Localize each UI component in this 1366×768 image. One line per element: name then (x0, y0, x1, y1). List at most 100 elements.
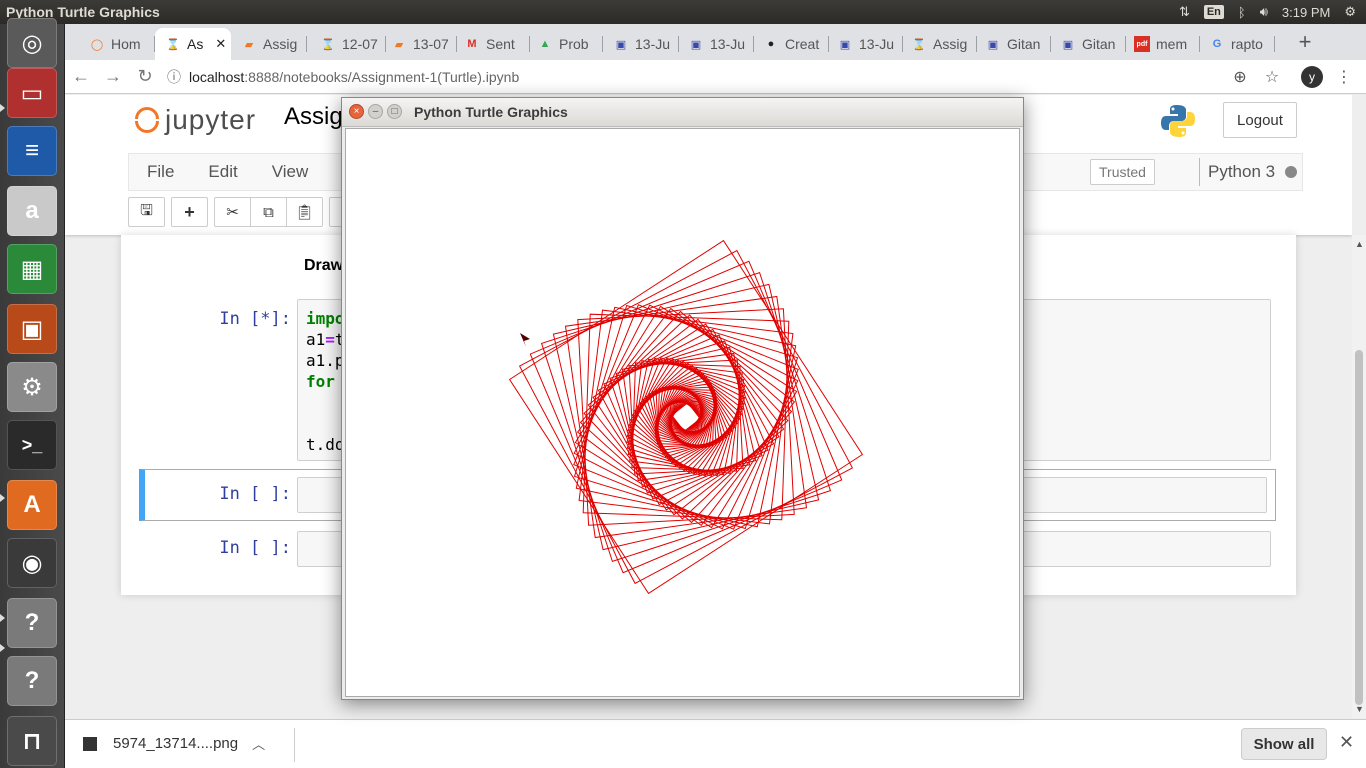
notebook-name[interactable]: Assig (284, 103, 343, 131)
spiral-square (518, 249, 854, 585)
launcher-software-icon[interactable]: A (7, 480, 57, 530)
turtle-cursor-icon (520, 333, 530, 347)
page-scrollbar[interactable]: ▲ ▼ (1352, 235, 1366, 718)
scrollbar-thumb[interactable] (1355, 350, 1363, 705)
markdown-cell-text: Draw (304, 257, 344, 274)
launcher-unknown-2-icon[interactable]: ? (7, 656, 57, 706)
browser-tab[interactable]: ◯ Hom (79, 28, 155, 60)
spiral-square (627, 358, 745, 476)
tab-favicon-icon: ⌛ (912, 38, 926, 51)
volume-icon[interactable]: 🔊︎ (1260, 4, 1268, 20)
window-maximize-icon[interactable]: □ (387, 104, 402, 119)
zoom-icon[interactable]: ⊕ (1226, 63, 1254, 91)
browser-tab[interactable]: ⌛ Assig (901, 28, 977, 60)
launcher-unknown-1-icon[interactable]: ? (7, 598, 57, 648)
divider (294, 728, 295, 762)
tab-favicon-icon: ▰ (244, 38, 254, 51)
tab-close-icon[interactable]: ✕ (215, 36, 226, 52)
url-host: localhost (189, 68, 245, 85)
new-tab-button[interactable]: + (1291, 28, 1319, 56)
browser-tab[interactable]: ● Creat (753, 28, 829, 60)
launcher-trash-icon[interactable]: ⊓ (7, 716, 57, 766)
chevron-up-icon[interactable]: ︿ (252, 734, 265, 753)
show-all-button[interactable]: Show all (1241, 728, 1327, 760)
browser-tab[interactable]: ▰ 13-07 (381, 28, 457, 60)
menu-view[interactable]: View (254, 162, 325, 182)
tab-favicon-icon: ▣ (615, 38, 627, 51)
browser-menu-icon[interactable]: ⋮ (1330, 63, 1358, 91)
paste-icon[interactable]: 📋︎ (286, 197, 323, 227)
turtle-canvas[interactable] (345, 128, 1020, 697)
browser-tab[interactable]: M Sent (454, 28, 530, 60)
scroll-up-icon[interactable]: ▲ (1355, 239, 1364, 249)
browser-tab[interactable]: ▲ Prob (527, 28, 603, 60)
turtle-graphics-window[interactable]: × – □ Python Turtle Graphics (341, 97, 1024, 700)
window-minimize-icon[interactable]: – (368, 104, 383, 119)
browser-tab[interactable]: Grapto (1199, 28, 1275, 60)
launcher-dash-icon[interactable]: ◎ (7, 18, 57, 68)
spiral-square (577, 308, 795, 526)
cell-prompt: In [*]: (219, 309, 291, 329)
bookmark-star-icon[interactable]: ☆ (1258, 63, 1286, 91)
tab-label: Gitan (1082, 36, 1116, 52)
browser-tab[interactable]: ▣ 13-Ju (603, 28, 679, 60)
spiral-square (628, 359, 744, 475)
forward-icon[interactable]: → (97, 63, 129, 91)
tab-label: 13-Ju (635, 36, 671, 52)
profile-avatar[interactable]: y (1301, 66, 1323, 88)
cut-icon[interactable]: ✂ (214, 197, 251, 227)
copy-icon[interactable]: ⧉ (250, 197, 287, 227)
clock[interactable]: 3:19 PM (1282, 5, 1330, 20)
tab-label: Sent (486, 36, 515, 52)
close-icon[interactable]: ✕ (1339, 732, 1354, 753)
browser-tab[interactable]: ▣ 13-Ju (678, 28, 754, 60)
launcher-calc-icon[interactable]: ▦ (7, 244, 57, 294)
browser-tab[interactable]: ▣ 13-Ju (827, 28, 903, 60)
scroll-down-icon[interactable]: ▼ (1355, 704, 1364, 714)
browser-tab[interactable]: ▣ Gitan (975, 28, 1051, 60)
browser-tab[interactable]: ▰ Assig (231, 28, 307, 60)
launcher-writer-icon[interactable]: ≡ (7, 126, 57, 176)
window-titlebar[interactable]: × – □ Python Turtle Graphics (342, 98, 1023, 127)
launcher-terminal-icon[interactable]: >_ (7, 420, 57, 470)
launcher-settings-icon[interactable]: ⚙ (7, 362, 57, 412)
menu-edit[interactable]: Edit (190, 162, 253, 182)
browser-tab[interactable]: ⌛ As ✕ (155, 28, 231, 60)
insert-cell-icon[interactable]: + (171, 197, 208, 227)
download-item[interactable]: 5974_13714....png ︿ (83, 734, 265, 753)
browser-tab[interactable]: ▣ Gitan (1050, 28, 1126, 60)
save-icon[interactable]: 🖫︎ (128, 197, 165, 227)
network-icon[interactable]: ⇅ (1179, 4, 1190, 20)
reload-icon[interactable]: ↻ (129, 63, 161, 91)
launcher-files-icon[interactable]: ▭ (7, 68, 57, 118)
browser-tab[interactable]: ⌛ 12-07 (310, 28, 386, 60)
launcher-chrome-icon[interactable]: ◉ (7, 538, 57, 588)
tab-label: Gitan (1007, 36, 1041, 52)
tab-favicon-icon: ▰ (394, 38, 404, 51)
menu-file[interactable]: File (129, 162, 190, 182)
python-logo-icon (1161, 105, 1195, 137)
browser-tab-strip: ◯ Hom ⌛ As ✕ ▰ Assig ⌛ 12-07 ▰ 13-07 M Sent ▲ Prob ▣ 13-… (65, 24, 1366, 60)
address-bar[interactable]: ⓘ localhost:8888/notebooks/Assignment-1(… (167, 63, 1247, 91)
logout-button[interactable]: Logout (1223, 102, 1297, 138)
code-line: impo (306, 309, 345, 328)
kernel-indicator: Python 3 (1199, 158, 1298, 186)
browser-tab[interactable]: pdf mem (1124, 28, 1200, 60)
keyboard-layout-indicator[interactable]: En (1203, 5, 1224, 19)
bluetooth-icon[interactable]: ᛒ (1238, 5, 1246, 20)
jupyter-logo[interactable]: jupyter (133, 103, 256, 137)
url-path: :8888/notebooks/Assignment-1(Turtle).ipy… (244, 68, 520, 85)
window-close-icon[interactable]: × (349, 104, 364, 119)
tab-label: Assig (933, 36, 968, 52)
unity-launcher: ◎ ▭ ≡ a ▦ ▣ ⚙ >_ A ◉?? ⊓ (0, 18, 65, 768)
tab-favicon-icon: pdf (1134, 36, 1150, 52)
trusted-indicator[interactable]: Trusted (1090, 159, 1155, 185)
system-gear-icon[interactable]: ⚙ (1344, 4, 1356, 20)
back-icon[interactable]: ← (65, 63, 97, 91)
launcher-amazon-icon[interactable]: a (7, 186, 57, 236)
launcher-impress-icon[interactable]: ▣ (7, 304, 57, 354)
kernel-busy-icon (1285, 166, 1298, 178)
spiral-square (669, 400, 703, 434)
system-top-panel: Python Turtle Graphics ⇅ En ᛒ 🔊︎ 3:19 PM… (0, 0, 1366, 24)
info-icon[interactable]: ⓘ (167, 67, 189, 87)
